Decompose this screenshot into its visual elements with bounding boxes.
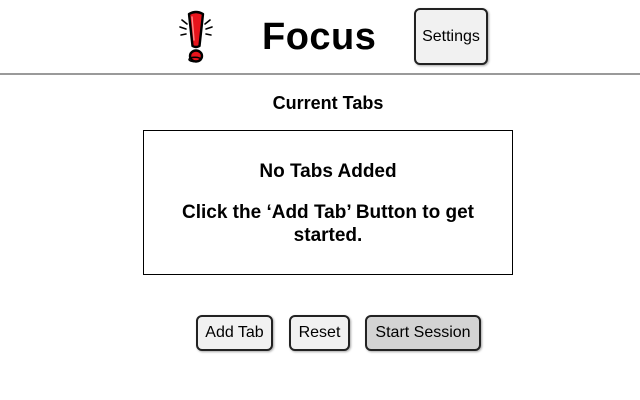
exclamation-icon — [176, 10, 216, 66]
tabs-list-panel: No Tabs Added Click the ‘Add Tab’ Button… — [143, 130, 513, 275]
settings-button[interactable]: Settings — [414, 8, 488, 65]
app-title: Focus — [262, 16, 377, 58]
add-tab-button[interactable]: Add Tab — [196, 315, 273, 351]
empty-state-title: No Tabs Added — [259, 161, 397, 182]
empty-state-hint: Click the ‘Add Tab’ Button to get starte… — [181, 202, 475, 246]
header-divider — [0, 73, 640, 75]
reset-button[interactable]: Reset — [289, 315, 350, 351]
focus-app: Focus Settings Current Tabs No Tabs Adde… — [0, 0, 640, 400]
start-session-button[interactable]: Start Session — [365, 315, 481, 351]
current-tabs-title: Current Tabs — [272, 93, 384, 113]
